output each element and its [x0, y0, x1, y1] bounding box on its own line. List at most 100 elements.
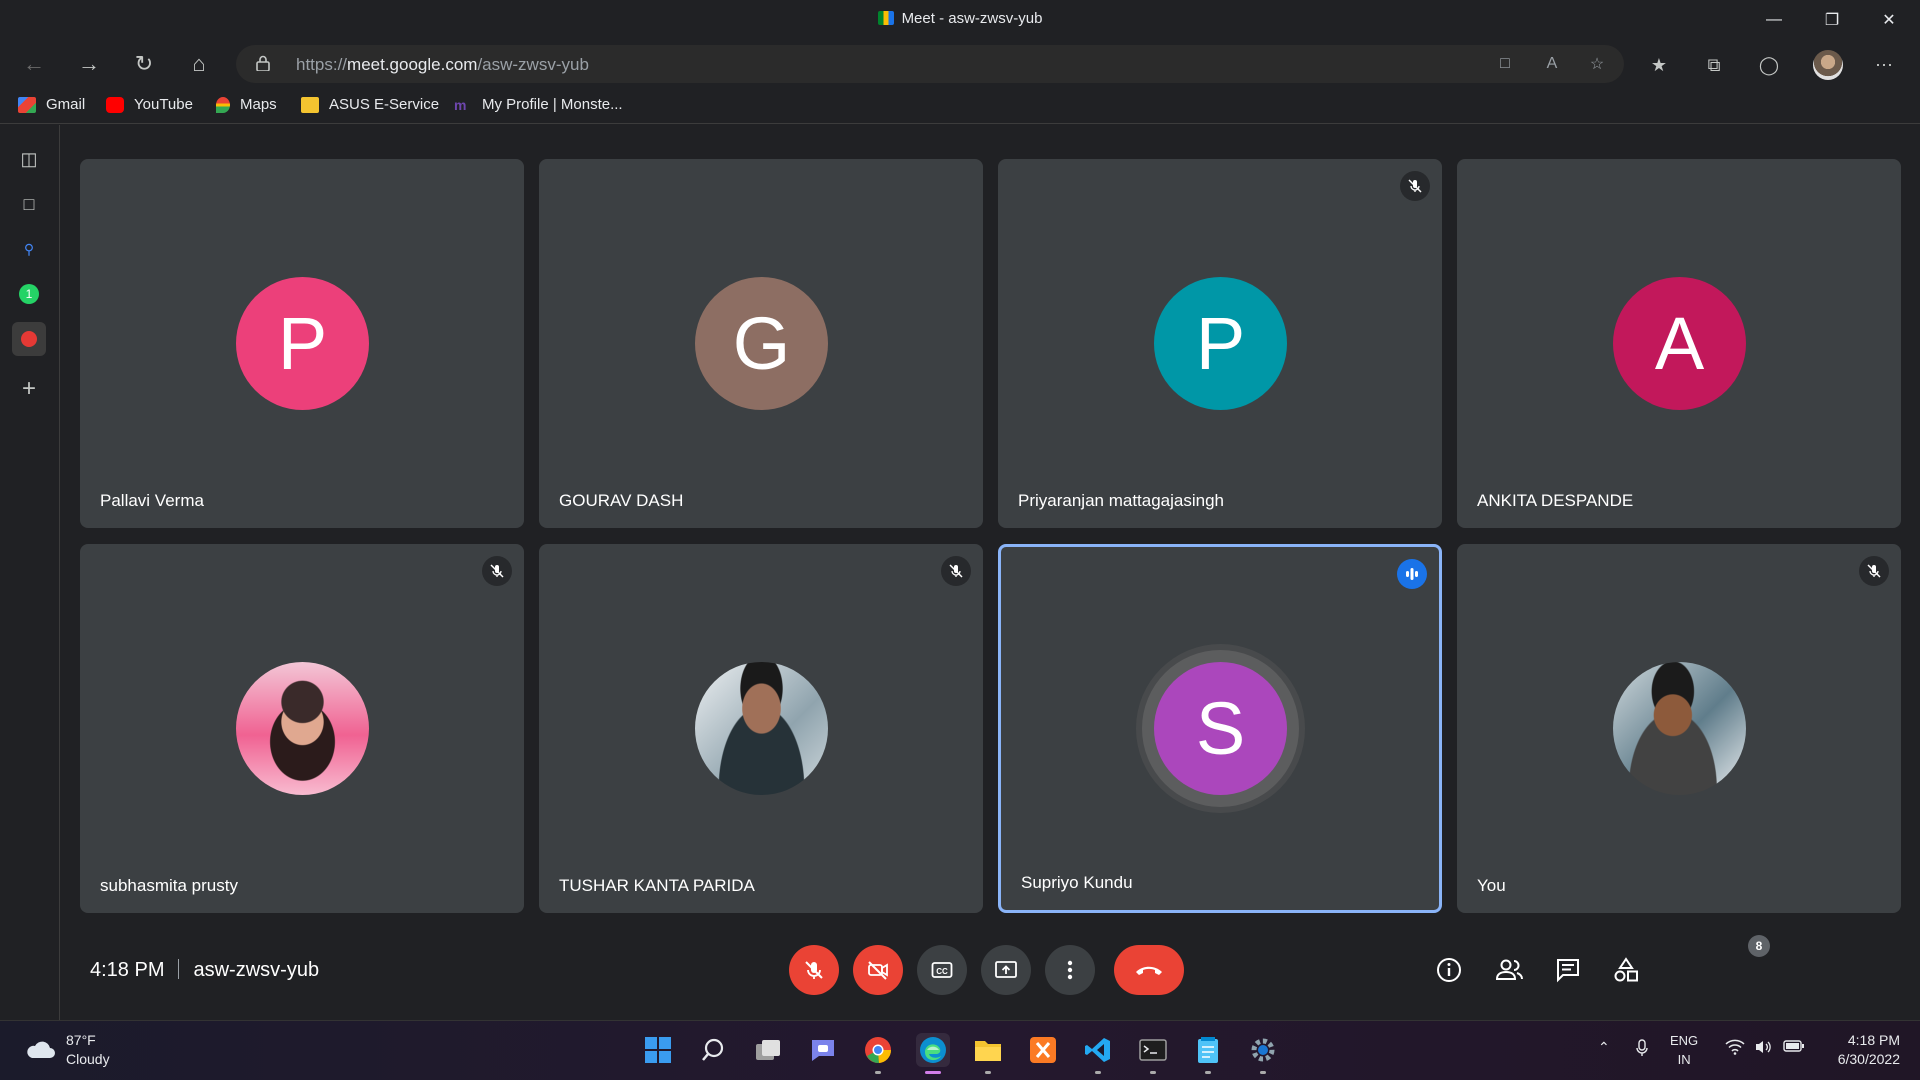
collections-icon[interactable]: ⧉	[1700, 53, 1728, 77]
bookmark-monster[interactable]: m My Profile | Monste...	[454, 96, 623, 113]
window-title: Meet - asw-zwsv-yub	[0, 10, 1920, 27]
url-path: /asw-zwsv-yub	[477, 55, 589, 74]
forward-button[interactable]: →	[71, 48, 107, 80]
home-button[interactable]: ⌂	[181, 48, 217, 80]
participant-tile[interactable]: A ANKITA DESPANDE	[1457, 159, 1901, 528]
folder-icon	[301, 96, 319, 113]
region-code: IN	[1677, 1052, 1691, 1067]
participant-tile[interactable]: G GOURAV DASH	[539, 159, 983, 528]
search-taskbar-button[interactable]	[696, 1033, 730, 1067]
weather-temp: 87°F	[66, 1032, 96, 1048]
participant-count-badge: 8	[1748, 935, 1770, 957]
bookmark-maps[interactable]: Maps	[216, 96, 277, 113]
file-explorer-button[interactable]	[971, 1033, 1005, 1074]
leave-call-button[interactable]	[1114, 945, 1184, 995]
participant-tile[interactable]: P Pallavi Verma	[80, 159, 524, 528]
task-view-icon	[756, 1040, 780, 1060]
extensions-icon[interactable]: ◯	[1755, 53, 1783, 77]
search-icon	[702, 1038, 724, 1061]
bookmark-asus[interactable]: ASUS E-Service	[301, 96, 439, 113]
search-icon[interactable]: ⚲	[12, 232, 46, 266]
notepad-button[interactable]	[1191, 1033, 1225, 1074]
meeting-details-button[interactable]	[1427, 948, 1471, 992]
captions-button[interactable]: CC	[917, 945, 967, 995]
settings-button[interactable]	[1246, 1033, 1280, 1074]
participant-tile[interactable]: P Priyaranjan mattagajasingh	[998, 159, 1442, 528]
minimize-button[interactable]: —	[1747, 0, 1801, 40]
participant-photo	[1613, 662, 1746, 795]
more-options-button[interactable]	[1045, 945, 1095, 995]
participant-name: Supriyo Kundu	[1021, 873, 1133, 892]
terminal-icon	[1139, 1039, 1167, 1061]
read-aloud-icon[interactable]: A	[1538, 52, 1566, 76]
restore-button[interactable]: ❐	[1805, 0, 1859, 40]
xampp-button[interactable]	[1026, 1033, 1060, 1067]
participant-tile[interactable]: TUSHAR KANTA PARIDA	[539, 544, 983, 913]
task-view-button[interactable]	[751, 1033, 785, 1067]
participant-name: GOURAV DASH	[559, 491, 684, 510]
tabs-icon[interactable]: ◫	[12, 142, 46, 176]
weather-desc: Cloudy	[66, 1051, 110, 1067]
mic-toggle-button[interactable]	[789, 945, 839, 995]
participant-name: subhasmita prusty	[100, 876, 238, 895]
chat-icon	[1557, 959, 1579, 983]
captions-icon: CC	[931, 962, 953, 978]
chrome-button[interactable]	[861, 1033, 895, 1074]
lock-icon	[256, 55, 270, 71]
speaking-indicator-icon	[1397, 559, 1427, 589]
running-indicator	[985, 1071, 991, 1074]
bookmark-gmail[interactable]: Gmail	[18, 96, 85, 113]
camera-permission-icon[interactable]: □	[1491, 52, 1519, 76]
language-indicator[interactable]: ENG IN	[1670, 1031, 1698, 1069]
document-icon[interactable]: □	[12, 187, 46, 221]
profile-avatar[interactable]	[1813, 50, 1843, 80]
participant-tile[interactable]: subhasmita prusty	[80, 544, 524, 913]
participant-name: Priyaranjan mattagajasingh	[1018, 491, 1225, 510]
record-icon[interactable]	[12, 322, 46, 356]
people-button[interactable]	[1488, 948, 1532, 992]
vscode-button[interactable]	[1081, 1033, 1115, 1074]
camera-toggle-button[interactable]	[853, 945, 903, 995]
participant-tile-active[interactable]: S Supriyo Kundu	[998, 544, 1442, 913]
favorites-icon[interactable]: ★	[1645, 53, 1673, 77]
address-bar[interactable]: https://meet.google.com/asw-zwsv-yub □ A…	[236, 45, 1624, 83]
add-icon[interactable]: +	[12, 372, 46, 406]
microphone-tray-icon[interactable]	[1635, 1039, 1649, 1060]
system-clock[interactable]: 4:18 PM 6/30/2022	[1820, 1031, 1900, 1069]
edge-button[interactable]	[916, 1033, 950, 1074]
folder-icon	[975, 1041, 1001, 1061]
terminal-button[interactable]	[1136, 1033, 1170, 1074]
gear-icon	[1251, 1038, 1275, 1062]
wifi-icon[interactable]	[1725, 1039, 1745, 1058]
notepad-icon	[1198, 1037, 1218, 1063]
participant-name: ANKITA DESPANDE	[1477, 491, 1634, 510]
activities-button[interactable]	[1604, 948, 1648, 992]
more-menu-icon[interactable]: ⋯	[1870, 53, 1898, 77]
battery-icon[interactable]	[1783, 1039, 1805, 1056]
teams-chat-button[interactable]	[806, 1033, 840, 1067]
present-screen-button[interactable]	[981, 945, 1031, 995]
svg-text:CC: CC	[936, 967, 948, 976]
back-button[interactable]: ←	[16, 48, 52, 80]
show-hidden-icons[interactable]: ⌃	[1598, 1039, 1610, 1056]
close-window-button[interactable]: ✕	[1862, 0, 1916, 40]
bookmark-label: Gmail	[46, 96, 86, 113]
reload-button[interactable]: ↻	[126, 48, 162, 80]
bookmark-label: YouTube	[134, 96, 193, 113]
people-icon	[1495, 959, 1523, 980]
mic-off-icon	[1400, 171, 1430, 201]
present-icon	[995, 961, 1017, 978]
weather-widget[interactable]: 87°F Cloudy	[24, 1031, 110, 1069]
start-button[interactable]	[641, 1033, 675, 1067]
bookmark-youtube[interactable]: YouTube	[106, 96, 193, 113]
participant-tile[interactable]: You	[1457, 544, 1901, 913]
whatsapp-icon[interactable]: 1	[12, 277, 46, 311]
running-indicator	[1205, 1071, 1211, 1074]
chat-button[interactable]	[1546, 948, 1590, 992]
add-favorite-icon[interactable]: ☆	[1583, 52, 1611, 76]
navigation-bar: ← → ↻ ⌂ https://meet.google.com/asw-zwsv…	[0, 40, 1920, 88]
volume-icon[interactable]	[1754, 1039, 1772, 1058]
bookmark-label: Maps	[240, 96, 277, 113]
url-text[interactable]: https://meet.google.com/asw-zwsv-yub	[296, 55, 589, 75]
title-bar: Meet - asw-zwsv-yub — ❐ ✕	[0, 0, 1920, 40]
